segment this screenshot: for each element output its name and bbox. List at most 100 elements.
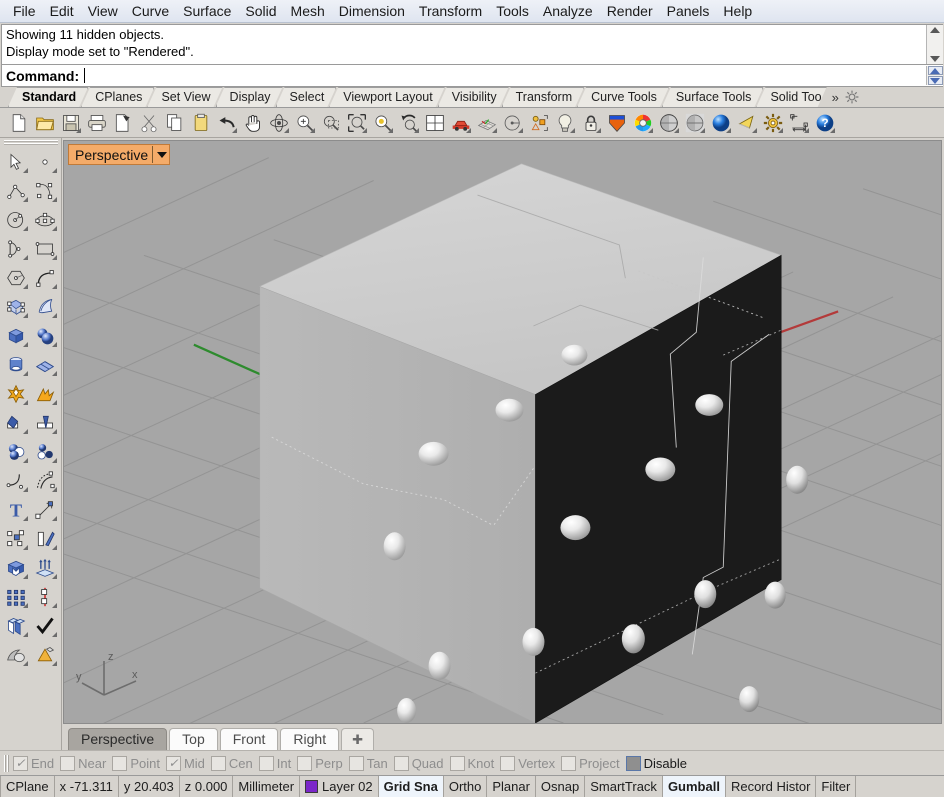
- toolbar-tab-standard[interactable]: Standard: [8, 87, 88, 107]
- polyline-icon[interactable]: [2, 176, 31, 205]
- osnap-disable[interactable]: Disable: [625, 755, 687, 771]
- status-toggle-ortho[interactable]: Ortho: [444, 776, 488, 797]
- extrude-icon[interactable]: [31, 553, 60, 582]
- viewport-tab-right[interactable]: Right: [280, 728, 340, 750]
- check-object-icon[interactable]: [31, 611, 60, 640]
- osnap-quad[interactable]: Quad: [393, 755, 444, 771]
- options-gear-icon[interactable]: [760, 110, 785, 135]
- menu-item-help[interactable]: Help: [716, 1, 759, 22]
- status-toggle-planar[interactable]: Planar: [487, 776, 536, 797]
- toolbar-tab-display[interactable]: Display: [216, 87, 283, 107]
- osnap-knot[interactable]: Knot: [449, 755, 494, 771]
- status-cplane[interactable]: CPlane: [0, 776, 55, 797]
- object-properties-icon[interactable]: [526, 110, 551, 135]
- osnap-checkbox[interactable]: [393, 755, 409, 771]
- pan-hand-icon[interactable]: [240, 110, 265, 135]
- sphere-boolean-icon[interactable]: [31, 321, 60, 350]
- status-toggle-grid-sna[interactable]: Grid Sna: [378, 776, 444, 797]
- dimension-icon[interactable]: [786, 110, 811, 135]
- osnap-checkbox[interactable]: [348, 755, 364, 771]
- rendered-sphere-icon[interactable]: [708, 110, 733, 135]
- menu-item-edit[interactable]: Edit: [43, 1, 81, 22]
- toolbar-tab-surface-tools[interactable]: Surface Tools: [662, 87, 764, 107]
- toolbar-tab-curve-tools[interactable]: Curve Tools: [577, 87, 669, 107]
- osnap-project[interactable]: Project: [561, 755, 620, 771]
- osnap-checkbox[interactable]: [500, 755, 516, 771]
- viewport-tab-perspective[interactable]: Perspective: [68, 728, 168, 750]
- menu-item-tools[interactable]: Tools: [489, 1, 536, 22]
- paste-icon[interactable]: [188, 110, 213, 135]
- circle-icon[interactable]: [2, 205, 31, 234]
- osnap-checkbox[interactable]: [449, 755, 465, 771]
- ellipse-icon[interactable]: [31, 205, 60, 234]
- control-point-curve-icon[interactable]: [31, 176, 60, 205]
- box-solid-icon[interactable]: [2, 321, 31, 350]
- viewport-tab-top[interactable]: Top: [169, 728, 218, 750]
- osnap-point[interactable]: Point: [112, 755, 160, 771]
- status-layer[interactable]: Layer 02: [300, 776, 379, 797]
- sidebar-drag-grip[interactable]: [3, 140, 58, 145]
- osnap-near[interactable]: Near: [60, 755, 106, 771]
- viewport-tab-front[interactable]: Front: [219, 728, 279, 750]
- surface-array-icon[interactable]: [31, 350, 60, 379]
- offset-curve-icon[interactable]: [31, 466, 60, 495]
- status-toggle-filter[interactable]: Filter: [816, 776, 857, 797]
- toolbar-tab-select[interactable]: Select: [276, 87, 337, 107]
- toolbar-tab-visibility[interactable]: Visibility: [438, 87, 509, 107]
- split-icon[interactable]: [31, 408, 60, 437]
- toolbar-tab-solid-too[interactable]: Solid Too: [756, 87, 826, 107]
- status-toggle-osnap[interactable]: Osnap: [536, 776, 586, 797]
- zoom-extents-icon[interactable]: [344, 110, 369, 135]
- cut-icon[interactable]: [136, 110, 161, 135]
- layer-color-swatch[interactable]: [305, 780, 319, 793]
- copy-objects-icon[interactable]: [2, 611, 31, 640]
- osnap-checkbox[interactable]: [210, 755, 226, 771]
- status-toggle-gumball[interactable]: Gumball: [662, 776, 726, 797]
- osnap-checkbox[interactable]: [561, 755, 577, 771]
- osnap-checkbox[interactable]: ✓: [165, 755, 181, 771]
- osnap-checkbox[interactable]: [112, 755, 128, 771]
- toolbar-tab-overflow-chevron-icon[interactable]: »: [830, 90, 841, 105]
- viewport-title[interactable]: Perspective: [68, 144, 171, 165]
- osnap-vertex[interactable]: Vertex: [500, 755, 555, 771]
- menu-item-view[interactable]: View: [81, 1, 125, 22]
- boolean-difference-icon[interactable]: [31, 437, 60, 466]
- grid-array-icon[interactable]: [2, 582, 31, 611]
- ghosted-sphere-icon[interactable]: [682, 110, 707, 135]
- layers-flag-icon[interactable]: [604, 110, 629, 135]
- scroll-down-icon[interactable]: [930, 56, 940, 62]
- toolbar-tab-set-view[interactable]: Set View: [147, 87, 222, 107]
- array-icon[interactable]: [2, 524, 31, 553]
- print-icon[interactable]: [84, 110, 109, 135]
- copy-to-clipboard-icon[interactable]: [110, 110, 135, 135]
- toolbar-tab-viewport-layout[interactable]: Viewport Layout: [329, 87, 444, 107]
- status-toggle-record-histor[interactable]: Record Histor: [726, 776, 817, 797]
- osnap-checkbox[interactable]: ✓: [13, 755, 28, 771]
- menu-item-surface[interactable]: Surface: [176, 1, 238, 22]
- status-toggle-smarttrack[interactable]: SmartTrack: [585, 776, 663, 797]
- polygon-icon[interactable]: [2, 263, 31, 292]
- osnap-checkbox[interactable]: [60, 755, 76, 771]
- menu-item-analyze[interactable]: Analyze: [536, 1, 600, 22]
- command-history-scrollbar[interactable]: [926, 25, 943, 64]
- surface-sweep-icon[interactable]: [31, 292, 60, 321]
- zoom-selected-icon[interactable]: [370, 110, 395, 135]
- zoom-previous-icon[interactable]: [396, 110, 421, 135]
- scroll-up-icon[interactable]: [930, 27, 940, 33]
- shaded-sphere-icon[interactable]: [656, 110, 681, 135]
- osnap-drag-grip[interactable]: [4, 754, 9, 772]
- save-file-icon[interactable]: [58, 110, 83, 135]
- undo-icon[interactable]: [214, 110, 239, 135]
- status-units[interactable]: Millimeter: [233, 776, 301, 797]
- zoom-in-out-icon[interactable]: [292, 110, 317, 135]
- scale-icon[interactable]: [31, 495, 60, 524]
- osnap-checkbox[interactable]: [297, 755, 313, 771]
- menu-item-curve[interactable]: Curve: [125, 1, 176, 22]
- copy-icon[interactable]: [162, 110, 187, 135]
- osnap-mid[interactable]: ✓ Mid: [165, 755, 205, 771]
- command-history[interactable]: Showing 11 hidden objects. Display mode s…: [1, 24, 943, 65]
- menu-item-transform[interactable]: Transform: [412, 1, 489, 22]
- select-arrow-icon[interactable]: [2, 147, 31, 176]
- text-icon[interactable]: T: [2, 495, 31, 524]
- rectangle-icon[interactable]: [31, 234, 60, 263]
